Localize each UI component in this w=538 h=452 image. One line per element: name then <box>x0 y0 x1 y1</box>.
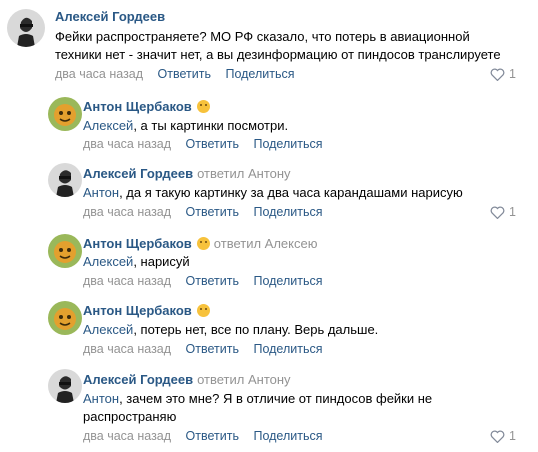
reply-to-label[interactable]: ответил Алексею <box>214 236 318 251</box>
comment-text: Фейки распространяете? МО РФ сказало, чт… <box>55 29 501 62</box>
avatar-character-image <box>48 301 82 335</box>
avatar[interactable] <box>48 97 82 131</box>
avatar-man-image <box>7 9 45 47</box>
reply-to-label[interactable]: ответил Антону <box>197 372 290 387</box>
comment-text: Алексей, а ты картинки посмотри. <box>83 118 289 133</box>
comment-time[interactable]: два часа назад <box>83 205 171 219</box>
addressee-link[interactable]: Алексей <box>83 322 133 337</box>
like-button[interactable]: 1 <box>490 205 516 220</box>
reply-button[interactable]: Ответить <box>186 274 239 288</box>
comment-author[interactable]: Алексей Гордеев <box>55 9 165 24</box>
comment-meta: два часа назад Ответить Поделиться <box>83 429 334 443</box>
avatar-character-image <box>48 97 82 131</box>
avatar[interactable] <box>48 301 82 335</box>
heart-icon <box>490 206 505 220</box>
comment-time[interactable]: два часа назад <box>83 274 171 288</box>
heart-icon <box>490 68 505 82</box>
comment-time[interactable]: два часа назад <box>83 137 171 151</box>
avatar[interactable] <box>48 369 82 403</box>
avatar-character-image <box>48 234 82 268</box>
like-count: 1 <box>509 429 516 443</box>
reply-button[interactable]: Ответить <box>186 137 239 151</box>
like-button[interactable]: 1 <box>490 429 516 444</box>
comment-text: Алексей, потерь нет, все по плану. Верь … <box>83 322 379 337</box>
like-count: 1 <box>509 205 516 219</box>
emoji-icon <box>196 100 210 113</box>
addressee-link[interactable]: Алексей <box>83 254 133 269</box>
comment-author[interactable]: Антон Щербаков <box>83 99 210 114</box>
addressee-link[interactable]: Антон <box>83 391 119 406</box>
reply-to-label[interactable]: ответил Антону <box>197 166 290 181</box>
like-button[interactable]: 1 <box>490 67 516 82</box>
comment-time[interactable]: два часа назад <box>83 342 171 356</box>
share-button[interactable]: Поделиться <box>253 429 322 443</box>
share-button[interactable]: Поделиться <box>253 137 322 151</box>
comment-meta: два часа назад Ответить Поделиться <box>83 205 334 219</box>
comment-text: Антон, да я такую картинку за два часа к… <box>83 185 463 200</box>
share-button[interactable]: Поделиться <box>225 67 294 81</box>
reply-button[interactable]: Ответить <box>186 429 239 443</box>
comment-text: Алексей, нарисуй <box>83 254 190 269</box>
comment-meta: два часа назад Ответить Поделиться <box>83 274 334 288</box>
comment-author[interactable]: Алексей Гордеев ответил Антону <box>83 372 291 387</box>
share-button[interactable]: Поделиться <box>253 205 322 219</box>
avatar-man-image <box>48 369 82 403</box>
comment-text: Антон, зачем это мне? Я в отличие от пин… <box>83 391 433 424</box>
avatar[interactable] <box>48 234 82 268</box>
comment-meta: два часа назад Ответить Поделиться <box>55 67 306 81</box>
comment-author[interactable]: Алексей Гордеев ответил Антону <box>83 166 291 181</box>
share-button[interactable]: Поделиться <box>253 342 322 356</box>
comment-time[interactable]: два часа назад <box>55 67 143 81</box>
comment-author[interactable]: Антон Щербаков <box>83 303 210 318</box>
addressee-link[interactable]: Алексей <box>83 118 133 133</box>
comment-time[interactable]: два часа назад <box>83 429 171 443</box>
emoji-icon <box>196 304 210 317</box>
like-count: 1 <box>509 67 516 81</box>
reply-button[interactable]: Ответить <box>186 205 239 219</box>
avatar-man-image <box>48 163 82 197</box>
comment-meta: два часа назад Ответить Поделиться <box>83 137 334 151</box>
comment-meta: два часа назад Ответить Поделиться <box>83 342 334 356</box>
avatar[interactable] <box>48 163 82 197</box>
avatar[interactable] <box>7 9 45 47</box>
reply-button[interactable]: Ответить <box>158 67 211 81</box>
addressee-link[interactable]: Антон <box>83 185 119 200</box>
comment-author[interactable]: Антон Щербаков ответил Алексею <box>83 236 317 251</box>
share-button[interactable]: Поделиться <box>253 274 322 288</box>
heart-icon <box>490 430 505 444</box>
reply-button[interactable]: Ответить <box>186 342 239 356</box>
emoji-icon <box>196 237 210 250</box>
